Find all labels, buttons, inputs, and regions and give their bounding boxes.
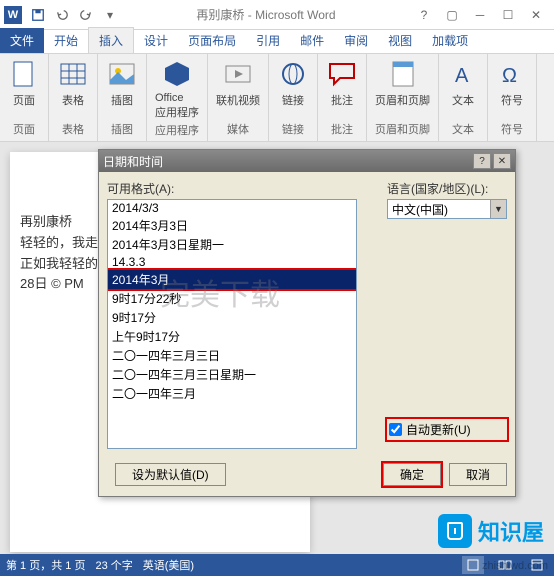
format-option[interactable]: 9时17分 [108, 308, 356, 327]
tab-mailings[interactable]: 邮件 [290, 28, 334, 53]
tab-addins[interactable]: 加载项 [422, 28, 478, 53]
dialog-help-button[interactable]: ? [473, 153, 491, 169]
ribbon-comments[interactable]: 批注 [322, 56, 362, 110]
format-option[interactable]: 二〇一四年三月三日星期一 [108, 365, 356, 384]
ribbon-options-button[interactable]: ▢ [438, 4, 466, 26]
tab-view[interactable]: 视图 [378, 28, 422, 53]
tab-review[interactable]: 审阅 [334, 28, 378, 53]
auto-update-row[interactable]: 自动更新(U) [387, 419, 507, 440]
auto-update-label: 自动更新(U) [406, 421, 471, 438]
save-button[interactable] [27, 4, 49, 26]
ribbon-links[interactable]: 链接 [273, 56, 313, 110]
comment-icon [326, 58, 358, 90]
language-value: 中文(中国) [388, 201, 490, 218]
page-icon [8, 58, 40, 90]
ribbon-video[interactable]: 联机视频 [212, 56, 264, 110]
tab-file[interactable]: 文件 [0, 28, 44, 53]
format-option[interactable]: 二〇一四年三月 [108, 384, 356, 403]
url-watermark: zhishiwd.com [482, 560, 548, 572]
format-option[interactable]: 9时17分22秒 [108, 289, 356, 308]
auto-update-checkbox[interactable] [389, 423, 402, 436]
redo-button[interactable] [75, 4, 97, 26]
tab-home[interactable]: 开始 [44, 28, 88, 53]
dialog-titlebar[interactable]: 日期和时间 ? ✕ [99, 150, 515, 172]
ribbon-text[interactable]: A 文本 [443, 56, 483, 110]
dialog-close-button[interactable]: ✕ [493, 153, 511, 169]
word-icon: W [4, 6, 22, 24]
ribbon-apps[interactable]: Office 应用程序 [151, 56, 203, 122]
shield-icon [438, 514, 472, 548]
tab-insert[interactable]: 插入 [88, 27, 134, 53]
minimize-button[interactable]: ─ [466, 4, 494, 26]
ribbon-symbols[interactable]: Ω 符号 [492, 56, 532, 110]
cancel-button[interactable]: 取消 [449, 463, 507, 486]
format-option[interactable]: 2014/3/3 [108, 200, 356, 216]
table-icon [57, 58, 89, 90]
brand-watermark: 知识屋 [438, 514, 544, 548]
dialog-title-text: 日期和时间 [103, 153, 471, 170]
header-icon [387, 58, 419, 90]
formats-label: 可用格式(A): [107, 180, 377, 197]
ok-button[interactable]: 确定 [383, 463, 441, 486]
svg-text:Ω: Ω [502, 65, 517, 87]
window-title: 再别康桥 - Microsoft Word [122, 6, 410, 23]
text-icon: A [447, 58, 479, 90]
title-bar: W ▾ 再别康桥 - Microsoft Word ? ▢ ─ ☐ ✕ [0, 0, 554, 30]
video-icon [222, 58, 254, 90]
format-option[interactable]: 2014年3月3日星期一 [108, 235, 356, 254]
help-button[interactable]: ? [410, 4, 438, 26]
format-option[interactable]: 二〇一四年三月三日 [108, 346, 356, 365]
ribbon: 页面 页面 表格 表格 插图 插图 Office 应用程序 应 [0, 54, 554, 142]
qat-dropdown[interactable]: ▾ [99, 4, 121, 26]
status-bar: 第 1 页，共 1 页 23 个字 英语(美国) [0, 554, 554, 576]
formats-listbox[interactable]: 2014/3/32014年3月3日2014年3月3日星期一14.3.32014年… [107, 199, 357, 449]
language-label: 语言(国家/地区)(L): [387, 180, 507, 197]
picture-icon [106, 58, 138, 90]
tab-design[interactable]: 设计 [134, 28, 178, 53]
tab-layout[interactable]: 页面布局 [178, 28, 246, 53]
brand-text: 知识屋 [478, 515, 544, 547]
format-option[interactable]: 14.3.3 [108, 254, 356, 270]
tab-references[interactable]: 引用 [246, 28, 290, 53]
language-combo[interactable]: 中文(中国) ▼ [387, 199, 507, 219]
status-page[interactable]: 第 1 页，共 1 页 [6, 557, 85, 573]
link-icon [277, 58, 309, 90]
close-button[interactable]: ✕ [522, 4, 550, 26]
view-print-layout[interactable] [462, 556, 484, 574]
ribbon-illustrations[interactable]: 插图 [102, 56, 142, 110]
date-time-dialog: 日期和时间 ? ✕ 可用格式(A): 2014/3/32014年3月3日2014… [98, 149, 516, 497]
svg-text:A: A [455, 65, 469, 87]
status-lang[interactable]: 英语(美国) [143, 557, 194, 573]
format-option[interactable]: 2014年3月 [108, 270, 356, 289]
set-default-button[interactable]: 设为默认值(D) [115, 463, 226, 486]
undo-button[interactable] [51, 4, 73, 26]
ribbon-table[interactable]: 表格 [53, 56, 93, 110]
format-option[interactable]: 2014年3月3日 [108, 216, 356, 235]
ribbon-tabs: 文件 开始 插入 设计 页面布局 引用 邮件 审阅 视图 加载项 [0, 30, 554, 54]
status-words[interactable]: 23 个字 [95, 557, 132, 573]
maximize-button[interactable]: ☐ [494, 4, 522, 26]
ribbon-headerfooter[interactable]: 页眉和页脚 [371, 56, 434, 110]
chevron-down-icon: ▼ [490, 200, 506, 218]
symbol-icon: Ω [496, 58, 528, 90]
apps-icon [161, 58, 193, 90]
ribbon-pages[interactable]: 页面 [4, 56, 44, 110]
format-option[interactable]: 上午9时17分 [108, 327, 356, 346]
